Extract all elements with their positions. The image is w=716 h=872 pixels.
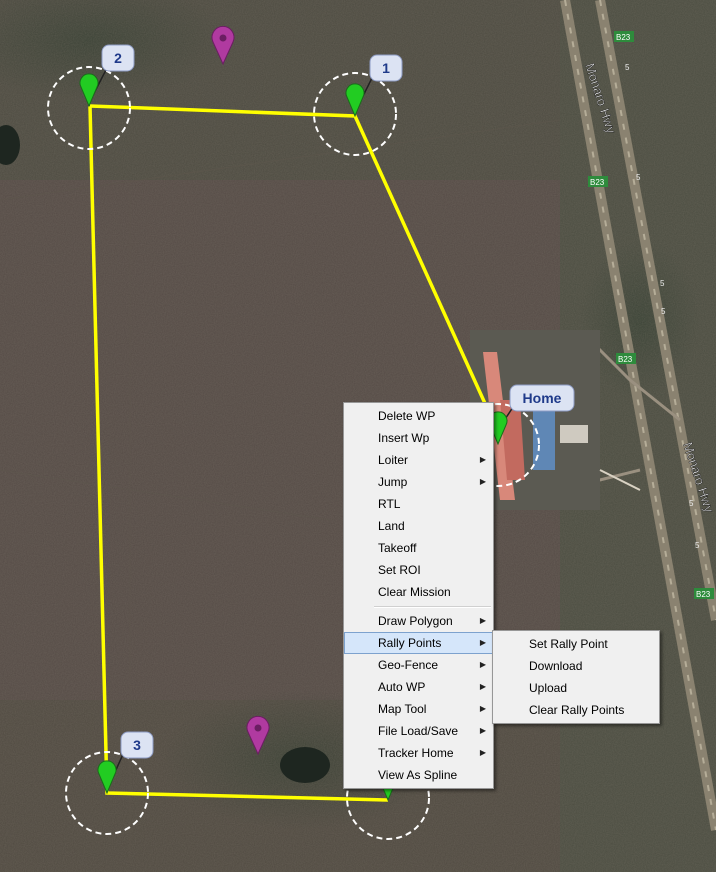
menu-item-draw-polygon[interactable]: Draw Polygon ▶: [344, 610, 493, 632]
menu-item-land[interactable]: Land: [344, 515, 493, 537]
submenu-arrow-icon: ▶: [479, 726, 486, 735]
svg-text:3: 3: [133, 737, 141, 753]
menu-item-view-as-spline[interactable]: View As Spline: [344, 764, 493, 786]
menu-item-geo-fence[interactable]: Geo-Fence ▶: [344, 654, 493, 676]
road-number: 5: [661, 307, 666, 316]
road-number: 5: [636, 173, 641, 182]
road-shield: B23: [590, 178, 605, 187]
menu-item-delete-wp[interactable]: Delete WP: [344, 405, 493, 427]
road-number: 5: [625, 63, 630, 72]
submenu-arrow-icon: ▶: [479, 477, 486, 486]
waypoint-label-3: 3: [120, 731, 154, 759]
menu-item-insert-wp[interactable]: Insert Wp: [344, 427, 493, 449]
menu-item-set-roi[interactable]: Set ROI: [344, 559, 493, 581]
road-number: 5: [660, 279, 665, 288]
svg-text:1: 1: [382, 60, 390, 76]
menu-item-download[interactable]: Download: [493, 655, 659, 677]
rally-points-submenu: Set Rally Point Download Upload Clear Ra…: [492, 630, 660, 724]
menu-item-clear-mission[interactable]: Clear Mission: [344, 581, 493, 603]
context-menu: Delete WP Insert Wp Loiter ▶ Jump ▶ RTL La…: [343, 402, 494, 789]
menu-item-upload[interactable]: Upload: [493, 677, 659, 699]
menu-item-set-rally-point[interactable]: Set Rally Point: [493, 633, 659, 655]
submenu-arrow-icon: ▶: [479, 616, 486, 625]
menu-item-takeoff[interactable]: Takeoff: [344, 537, 493, 559]
road-number: 5: [695, 541, 700, 550]
menu-item-map-tool[interactable]: Map Tool ▶: [344, 698, 493, 720]
road-shield: B23: [618, 355, 633, 364]
road-shield: B23: [616, 33, 631, 42]
submenu-arrow-icon: ▶: [479, 704, 486, 713]
menu-item-file-load-save[interactable]: File Load/Save ▶: [344, 720, 493, 742]
submenu-arrow-icon: ▶: [479, 660, 486, 669]
menu-item-loiter[interactable]: Loiter ▶: [344, 449, 493, 471]
menu-item-auto-wp[interactable]: Auto WP ▶: [344, 676, 493, 698]
submenu-arrow-icon: ▶: [479, 748, 486, 757]
svg-text:2: 2: [114, 50, 122, 66]
submenu-arrow-icon: ▶: [479, 638, 486, 647]
menu-item-rally-points[interactable]: Rally Points ▶: [344, 632, 493, 654]
menu-item-jump[interactable]: Jump ▶: [344, 471, 493, 493]
menu-item-clear-rally-points[interactable]: Clear Rally Points: [493, 699, 659, 721]
home-label: Home: [509, 384, 575, 412]
road-shield: B23: [696, 590, 711, 599]
menu-item-tracker-home[interactable]: Tracker Home ▶: [344, 742, 493, 764]
svg-text:Home: Home: [523, 390, 562, 406]
submenu-arrow-icon: ▶: [479, 682, 486, 691]
menu-separator: [374, 606, 491, 608]
submenu-arrow-icon: ▶: [479, 455, 486, 464]
road-number: 5: [689, 499, 694, 508]
waypoint-label-1: 1: [369, 54, 403, 82]
menu-item-rtl[interactable]: RTL: [344, 493, 493, 515]
waypoint-label-2: 2: [101, 44, 135, 72]
